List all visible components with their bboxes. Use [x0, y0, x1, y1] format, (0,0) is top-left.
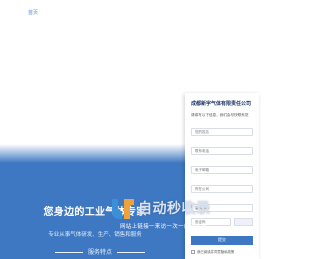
watermark-subtext: 网站上链接一来访一次一自动收录	[120, 224, 208, 230]
privacy-row: 我已阅读并同意隐私政策	[191, 249, 253, 254]
company-field[interactable]	[191, 185, 253, 193]
phone-field[interactable]	[191, 147, 253, 155]
contact-form: 成都新宇气体有限责任公司 请填写以下信息，我们会尽快联系您 提交 我已阅读并同意…	[185, 93, 259, 259]
form-description: 请填写以下信息，我们会尽快联系您	[191, 113, 249, 117]
captcha-image[interactable]	[234, 218, 253, 226]
hero-subtitle: 专业从事气体研发、生产、销售和服务	[48, 232, 142, 238]
watermark: 自动秒收录	[108, 193, 211, 223]
service-features-label: 服务特点	[87, 249, 112, 256]
service-features-heading: 服务特点	[0, 247, 200, 256]
watermark-text: 自动秒收录	[138, 201, 211, 217]
privacy-label: 我已阅读并同意隐私政策	[197, 250, 235, 254]
privacy-checkbox[interactable]	[191, 249, 195, 254]
divider-left	[55, 252, 84, 253]
divider-right	[116, 252, 145, 253]
form-title: 成都新宇气体有限责任公司	[191, 101, 252, 107]
email-field[interactable]	[191, 166, 253, 174]
home-link[interactable]: 首页	[28, 9, 38, 16]
watermark-logo-icon	[112, 199, 134, 219]
name-field[interactable]	[191, 128, 253, 136]
submit-button[interactable]: 提交	[191, 235, 253, 245]
